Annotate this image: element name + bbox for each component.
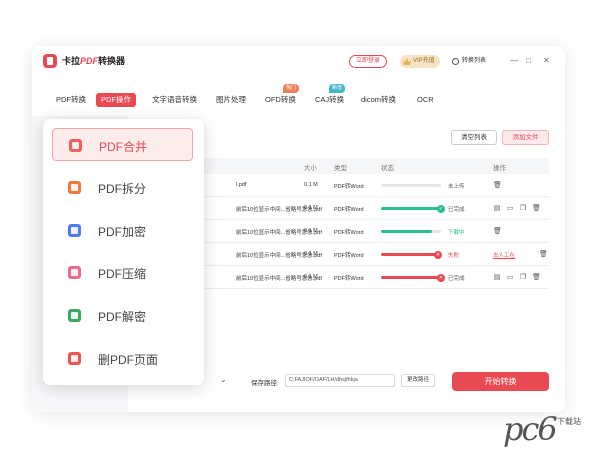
app-logo-icon [43,54,57,68]
file-name: l.pdf [236,182,247,188]
status-text: 已完成 [448,207,465,213]
status-text: 下载中 [448,230,465,236]
col-type: 类型 [334,165,347,172]
save-path-input[interactable]: C:FAJIOF/OAF/LH/dhsjfhkja [285,374,395,387]
minimize-icon[interactable]: — [510,57,518,65]
progress-fill [381,207,441,210]
tab-pdf-convert[interactable]: PDF转换 [56,93,86,107]
change-path-button[interactable]: 更改路径 [401,374,435,387]
file-type: PDF转Word [334,276,364,282]
file-type: PDF转Word [334,207,364,213]
progress-fill [381,276,441,279]
tab-text-voice[interactable]: 文字语音转换 [152,93,197,107]
copy-icon[interactable]: ❐ [519,204,527,213]
error-icon: ✕ [437,273,445,282]
crown-icon [403,58,411,65]
progress-bar: ✕ [381,273,445,282]
manual-service-link[interactable]: 去人工在 [493,251,515,259]
check-icon: ✓ [437,204,445,213]
trash-icon[interactable]: 🗑 [539,250,548,259]
folder-icon[interactable]: ▭ [506,273,514,282]
progress-bar: ✓ [381,204,445,213]
file-type: PDF转Word [334,184,364,190]
progress-bar [381,184,441,187]
file-type: PDF转Word [334,253,364,259]
scissors-icon [68,352,81,365]
hot-badge: 热门 [283,84,300,93]
convert-list-button[interactable]: 转换列表 [452,55,486,68]
file-size: 0.1 M [304,205,318,211]
close-icon[interactable]: ✕ [543,57,550,65]
list-icon [452,58,459,65]
tab-dicom[interactable]: dicom转换 [361,93,396,107]
split-icon [68,181,81,194]
col-size: 大小 [304,165,317,172]
title-bar: 卡拉PDF转换器 立即登录 VIP充值 转换列表 — □ ✕ [32,46,565,78]
menu-item-decrypt[interactable]: PDF解密 [52,299,193,332]
login-button[interactable]: 立即登录 [349,55,387,68]
tab-ofd[interactable]: OFD转换 热门 [265,84,300,107]
start-convert-button[interactable]: 开始转换 [452,372,549,391]
clear-list-button[interactable]: 清空列表 [451,130,497,145]
add-file-button[interactable]: 添加文件 [502,130,549,145]
file-size: 0.1 M [304,274,318,280]
compress-icon [68,266,81,279]
tab-ocr[interactable]: OCR [417,93,434,107]
progress-fill [381,230,432,233]
trash-icon[interactable]: 🗑 [493,227,502,236]
watermark: pc6 下载站 [503,410,581,448]
trash-icon[interactable]: 🗑 [493,181,502,190]
file-icon[interactable]: ▤ [493,204,501,213]
tab-caj[interactable]: CAJ转换 新增 [315,84,346,107]
vip-recharge-button[interactable]: VIP充值 [400,55,440,68]
menu-item-compress[interactable]: PDF压缩 [52,256,193,289]
col-status: 状态 [381,165,394,172]
app-title: 卡拉PDF转换器 [62,56,126,66]
progress-bar [381,230,441,233]
file-type: PDF转Word [334,230,364,236]
merge-icon [69,139,82,152]
save-path-label: 保存路径: [251,380,279,387]
trash-icon[interactable]: 🗑 [532,273,541,282]
col-ops: 操作 [493,165,506,172]
file-icon[interactable]: ▤ [493,273,501,282]
status-text: 未上传 [448,184,465,190]
pdf-operate-menu: PDF合并 PDF拆分 PDF加密 PDF压缩 PDF解密 删PDF页面 [43,119,204,385]
lock-icon [68,224,81,237]
menu-item-delete-pages[interactable]: 删PDF页面 [52,342,193,375]
trash-icon[interactable]: 🗑 [532,204,541,213]
main-nav: PDF转换 PDF操作 文字语音转换 图片处理 OFD转换 热门 CAJ转换 新… [32,84,565,110]
status-text: 已完成 [448,276,465,282]
status-text: 失败 [448,253,460,259]
menu-item-encrypt[interactable]: PDF加密 [52,214,193,247]
chevron-down-icon[interactable]: ⌄ [220,375,227,384]
tab-pdf-operate[interactable]: PDF操作 [96,93,136,107]
tab-image[interactable]: 图片处理 [216,93,246,107]
file-size: 0.1 M [304,228,318,234]
menu-item-split[interactable]: PDF拆分 [52,171,193,204]
file-size: 0.1 M [304,251,318,257]
folder-icon[interactable]: ▭ [506,204,514,213]
copy-icon[interactable]: ❐ [519,273,527,282]
new-badge: 新增 [329,84,346,93]
progress-bar: ✕ [381,250,442,259]
progress-fill [381,253,438,256]
maximize-icon[interactable]: □ [526,57,531,65]
menu-item-merge[interactable]: PDF合并 [52,128,193,161]
file-size: 0.1 M [304,182,318,188]
key-icon [68,309,81,322]
error-icon: ✕ [434,250,442,259]
